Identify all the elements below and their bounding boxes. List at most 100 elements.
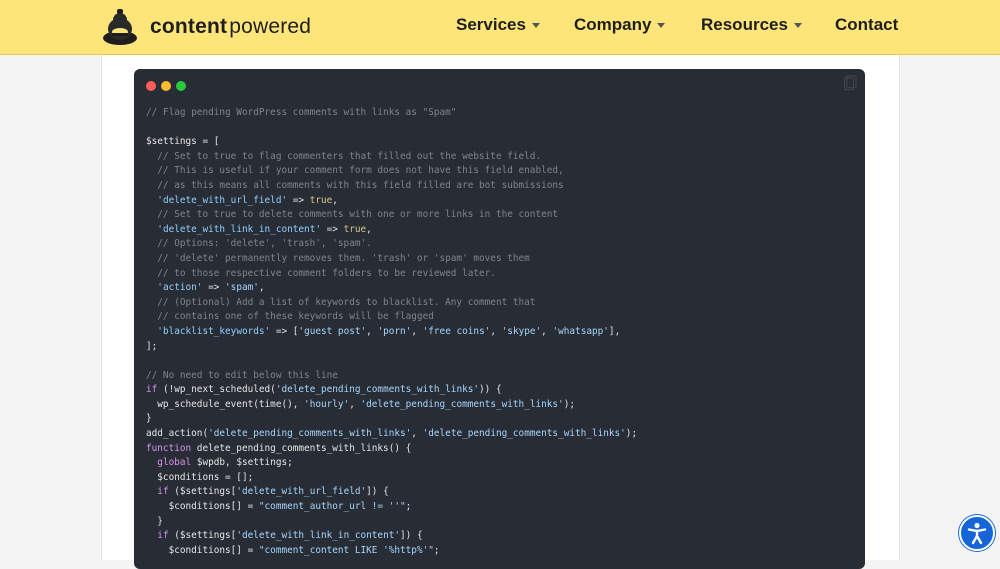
chevron-down-icon xyxy=(793,23,802,29)
code-line: if ($settings['delete_with_url_field']) … xyxy=(146,485,637,500)
nav-resources-label: Resources xyxy=(701,15,788,34)
code-token: // Options: 'delete', 'trash', 'spam'. xyxy=(146,238,372,250)
code-line: wp_schedule_event(time(), 'hourly', 'del… xyxy=(146,398,637,413)
code-token: ); xyxy=(563,398,575,410)
code-line: 'blacklist_keywords' => ['guest post', '… xyxy=(146,325,637,340)
window-dot-yellow xyxy=(161,81,171,91)
copy-icon[interactable] xyxy=(843,75,857,91)
code-line: } xyxy=(146,412,637,427)
code-token: , xyxy=(258,282,265,294)
nav-services-label: Services xyxy=(456,15,526,34)
code-token: // This is useful if your comment form d… xyxy=(146,165,564,177)
nav-resources[interactable]: Resources xyxy=(701,15,802,35)
code-token: , xyxy=(366,223,372,235)
code-token: 'spam' xyxy=(225,282,259,294)
window-dot-red xyxy=(146,81,156,91)
code-token: ($settings[ xyxy=(168,530,237,542)
code-token: if xyxy=(157,486,169,498)
code-token: , xyxy=(411,325,423,337)
code-token: if xyxy=(157,530,169,542)
code-token: , xyxy=(541,325,553,337)
code-line: // to those respective comment folders t… xyxy=(146,267,637,282)
code-line: $conditions[] = "comment_content LIKE '%… xyxy=(146,544,637,559)
code-token: => xyxy=(320,223,344,235)
code-token: , xyxy=(349,398,361,410)
code-block: // Flag pending WordPress comments with … xyxy=(134,69,865,569)
code-line: $settings = [ xyxy=(146,135,637,150)
code-token: ); xyxy=(625,428,638,440)
code-token: , xyxy=(366,325,378,337)
code-token: => xyxy=(202,282,226,294)
code-line: // Set to true to flag commenters that f… xyxy=(146,150,637,165)
code-line: function delete_pending_comments_with_li… xyxy=(146,442,637,457)
code-line: add_action('delete_pending_comments_with… xyxy=(146,427,637,442)
nav-company[interactable]: Company xyxy=(574,15,666,35)
code-token: 'skype' xyxy=(501,325,542,337)
code-token: ], xyxy=(608,325,621,337)
code-token: $wpdb, $settings; xyxy=(191,457,293,469)
code-token: } xyxy=(146,515,163,527)
code-token: // to those respective comment folders t… xyxy=(146,267,496,279)
code-token: $conditions = []; xyxy=(146,471,254,483)
window-dot-green xyxy=(176,81,186,91)
code-line: if (!wp_next_scheduled('delete_pending_c… xyxy=(146,383,637,398)
code-token: 'delete_with_url_field' xyxy=(157,194,288,206)
code-token: 'blacklist_keywords' xyxy=(157,325,271,337)
code-line: global $wpdb, $settings; xyxy=(146,456,637,471)
code-token: } xyxy=(146,413,152,425)
code-line: // contains one of these keywords will b… xyxy=(146,310,637,325)
code-token: // contains one of these keywords will b… xyxy=(146,311,434,323)
nav-contact-label: Contact xyxy=(835,15,899,34)
accessibility-button[interactable] xyxy=(959,515,995,551)
code-token: 'delete_with_link_in_content' xyxy=(157,223,321,235)
code-line: 'action' => 'spam', xyxy=(146,281,637,296)
code-token: // as this means all comments with this … xyxy=(146,179,564,191)
code-token: 'delete_pending_comments_with_links' xyxy=(422,428,626,440)
code-line: // 'delete' permanently removes them. 't… xyxy=(146,252,637,267)
code-token: 'free coins' xyxy=(422,325,491,337)
code-line: // (Optional) Add a list of keywords to … xyxy=(146,296,637,311)
code-token: // 'delete' permanently removes them. 't… xyxy=(146,252,530,264)
nav-company-label: Company xyxy=(574,15,652,34)
code-token: 'delete_pending_comments_with_links' xyxy=(208,428,412,440)
code-token: delete_pending_comments_with_links() { xyxy=(191,442,412,454)
logo-text-bold: content xyxy=(150,15,228,38)
code-token: // Set to true to delete comments with o… xyxy=(146,209,559,221)
code-token: ]; xyxy=(146,340,158,352)
code-token: 'delete_with_link_in_content' xyxy=(236,530,401,542)
code-token: "comment_author_url != ''" xyxy=(258,501,406,513)
code-token: function xyxy=(146,442,192,454)
code-token: // Flag pending WordPress comments with … xyxy=(146,107,457,118)
code-token: ; xyxy=(433,544,440,556)
code-token: 'delete_with_url_field' xyxy=(236,486,367,498)
code-line: // as this means all comments with this … xyxy=(146,179,637,194)
logo-text-light: powered xyxy=(229,15,312,38)
code-token: (!wp_next_scheduled( xyxy=(157,384,276,396)
code-token: 'hourly' xyxy=(304,398,350,410)
logo-text: contentpowered xyxy=(150,15,311,39)
code-token: ($settings[ xyxy=(168,486,237,498)
nav-contact[interactable]: Contact xyxy=(835,15,898,35)
code-line: 'delete_with_link_in_content' => true, xyxy=(146,223,637,238)
code-token: $settings = [ xyxy=(146,136,220,148)
nav-services[interactable]: Services xyxy=(456,15,540,35)
code-token: 'guest post' xyxy=(298,325,367,337)
code-token: => xyxy=(287,194,310,206)
accessibility-icon xyxy=(967,522,987,545)
code-token: add_action( xyxy=(146,428,209,440)
site-logo[interactable]: contentpowered xyxy=(100,6,311,48)
code-line: // No need to edit below this line xyxy=(146,369,637,384)
code-token: ]) { xyxy=(400,530,423,542)
code-token: , xyxy=(490,325,502,337)
code-token: , xyxy=(332,194,338,206)
code-token: // Set to true to flag commenters that f… xyxy=(146,150,542,162)
code-token: ]) { xyxy=(366,486,389,498)
chevron-down-icon xyxy=(531,23,540,29)
code-line: if ($settings['delete_with_link_in_conte… xyxy=(146,529,637,544)
code-line: $conditions[] = "comment_author_url != '… xyxy=(146,500,637,515)
